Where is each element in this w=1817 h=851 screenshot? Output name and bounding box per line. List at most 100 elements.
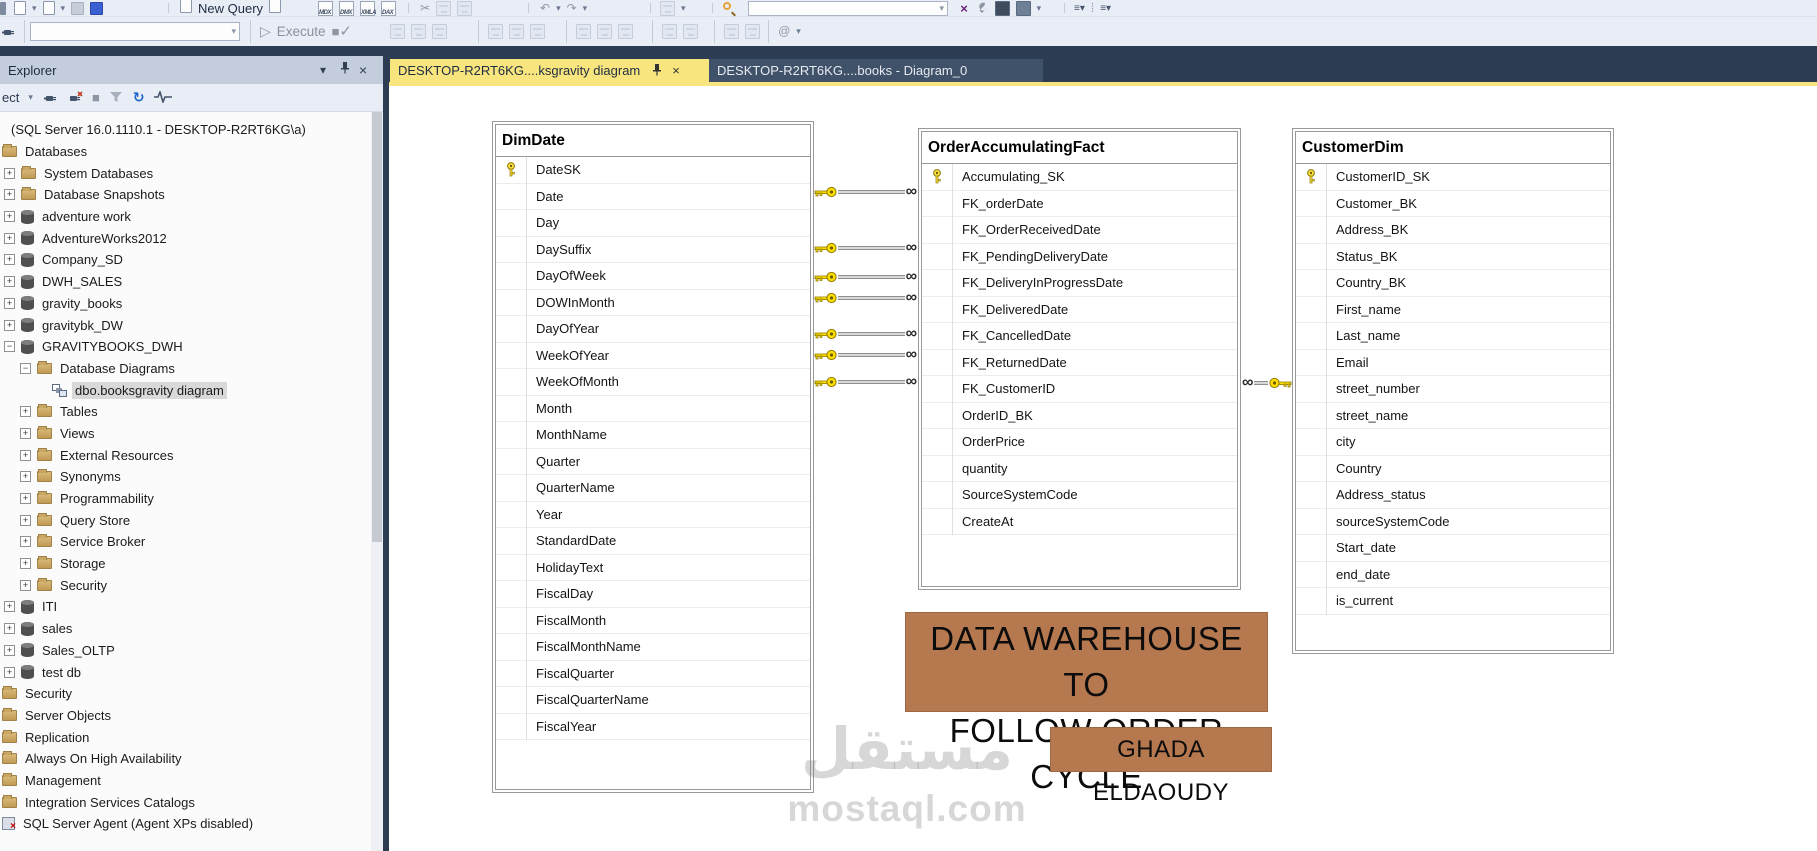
table-title[interactable]: OrderAccumulatingFact <box>922 132 1237 164</box>
expand-icon[interactable]: + <box>20 493 31 505</box>
table-field-row[interactable]: FK_PendingDeliveryDate <box>922 244 1237 270</box>
find-combobox[interactable]: ▾ <box>748 0 948 16</box>
tree-item-external-resources[interactable]: + External Resources <box>0 444 371 466</box>
table-field-row[interactable]: SourceSystemCode <box>922 482 1237 509</box>
table-field-row[interactable]: FiscalMonth <box>496 608 810 634</box>
table-field-row[interactable]: Address_BK <box>1296 217 1610 244</box>
table-field-row[interactable]: First_name <box>1296 297 1610 323</box>
tree-item-gravitybk-dw[interactable]: + gravitybk_DW <box>0 314 371 336</box>
collapse-icon[interactable]: − <box>4 341 15 353</box>
object-explorer-header[interactable]: Explorer ▾ × <box>0 56 383 84</box>
table-title[interactable]: DimDate <box>496 125 810 157</box>
tree-item-security[interactable]: Security <box>0 683 371 705</box>
table-field-row[interactable]: FiscalDay <box>496 581 810 608</box>
relationship-connector[interactable]: ∞ <box>814 326 918 342</box>
toolbar-icon[interactable] <box>576 24 591 39</box>
expand-icon[interactable]: + <box>20 514 31 526</box>
tree-item-integration-services-catalogs[interactable]: Integration Services Catalogs <box>0 791 371 813</box>
grid-icon[interactable] <box>994 0 1010 16</box>
tree-item-adventure-work[interactable]: + adventure work <box>0 206 371 228</box>
table-field-row[interactable]: FK_DeliveredDate <box>922 297 1237 323</box>
tree-item-databases[interactable]: Databases <box>0 141 371 163</box>
table-field-row[interactable]: FK_CustomerID <box>922 376 1237 403</box>
tree-item-dbo-booksgravity-diagram[interactable]: dbo.booksgravity diagram <box>0 379 371 401</box>
console-icon[interactable] <box>1015 0 1031 16</box>
table-field-row[interactable]: DateSK <box>496 157 810 184</box>
toolbar-icon[interactable] <box>683 24 698 39</box>
document-icon[interactable] <box>14 1 26 15</box>
expand-icon[interactable]: + <box>20 536 31 548</box>
tree-item-system-databases[interactable]: + System Databases <box>0 162 371 184</box>
table-field-row[interactable]: WeekOfYear <box>496 343 810 369</box>
expand-icon[interactable]: + <box>20 579 31 591</box>
table-field-row[interactable]: sourceSystemCode <box>1296 509 1610 535</box>
wrench-icon[interactable] <box>974 1 989 16</box>
expand-icon[interactable]: + <box>4 319 15 331</box>
table-field-row[interactable]: StandardDate <box>496 528 810 555</box>
tree-item-dwh-sales[interactable]: + DWH_SALES <box>0 271 371 293</box>
table-field-row[interactable]: Start_date <box>1296 535 1610 562</box>
expand-icon[interactable]: + <box>20 449 31 461</box>
tree-item-sales-oltp[interactable]: + Sales_OLTP <box>0 640 371 662</box>
tree-item-synonyms[interactable]: + Synonyms <box>0 466 371 488</box>
tree-item-management[interactable]: Management <box>0 770 371 792</box>
tree-item-server-objects[interactable]: Server Objects <box>0 705 371 727</box>
table-field-row[interactable]: CreateAt <box>922 509 1237 535</box>
tab-booksgravity-diagram[interactable]: DESKTOP-R2RT6KG....ksgravity diagram × <box>390 59 709 82</box>
expand-icon[interactable]: + <box>20 406 31 418</box>
mdx-query-icon[interactable]: MDX <box>318 0 333 16</box>
tree-item-always-on-high-availability[interactable]: Always On High Availability <box>0 748 371 770</box>
table-field-row[interactable]: Accumulating_SK <box>922 164 1237 191</box>
table-field-row[interactable]: street_number <box>1296 376 1610 403</box>
table-field-row[interactable]: DaySuffix <box>496 237 810 263</box>
table-field-row[interactable]: HolidayText <box>496 555 810 581</box>
filter-icon[interactable] <box>109 90 124 105</box>
redo-icon[interactable]: ↷ <box>567 1 577 16</box>
relationship-connector[interactable]: ∞ <box>814 374 918 390</box>
expand-icon[interactable]: + <box>20 471 31 483</box>
collapse-icon[interactable]: − <box>20 362 31 374</box>
relationship-connector[interactable]: ∞ <box>814 290 918 306</box>
table-field-row[interactable]: Country_BK <box>1296 270 1610 297</box>
table-field-row[interactable]: OrderPrice <box>922 429 1237 456</box>
table-field-row[interactable]: FK_ReturnedDate <box>922 350 1237 376</box>
connect-menu-fragment[interactable]: ect <box>2 90 19 105</box>
tree-item--sql-server-16-0-1110-1-deskto[interactable]: (SQL Server 16.0.1110.1 - DESKTOP-R2RT6K… <box>0 119 371 141</box>
table-field-row[interactable]: Customer_BK <box>1296 191 1610 217</box>
tree-item-tables[interactable]: + Tables <box>0 401 371 423</box>
toolbar-icon[interactable] <box>662 24 677 39</box>
diagram-table-dimdate[interactable]: DimDate DateSK Date Day DaySuffix DayOfWeek DO… <box>492 121 814 793</box>
document-icon[interactable] <box>269 0 282 13</box>
tree-item-database-diagrams[interactable]: − Database Diagrams <box>0 358 371 380</box>
dax-query-icon[interactable]: DAX <box>381 0 396 16</box>
expand-icon[interactable]: + <box>4 297 15 309</box>
tree-item-gravitybooks-dwh[interactable]: − GRAVITYBOOKS_DWH <box>0 336 371 358</box>
table-field-row[interactable]: CustomerID_SK <box>1296 164 1610 191</box>
table-field-row[interactable]: FiscalYear <box>496 714 810 740</box>
connect-icon[interactable] <box>2 24 17 39</box>
table-field-row[interactable]: DayOfYear <box>496 316 810 343</box>
toolbar-icon[interactable] <box>509 24 524 39</box>
table-field-row[interactable]: Status_BK <box>1296 244 1610 270</box>
tree-item-query-store[interactable]: + Query Store <box>0 509 371 531</box>
table-field-row[interactable]: Date <box>496 184 810 210</box>
table-field-row[interactable]: quantity <box>922 456 1237 482</box>
scrollbar-thumb[interactable] <box>372 112 382 542</box>
vertical-scrollbar[interactable] <box>371 112 383 851</box>
toolbar-icon[interactable] <box>390 24 405 39</box>
template-parameters-icon[interactable]: @ <box>778 24 790 39</box>
expand-icon[interactable]: + <box>4 232 15 244</box>
expand-icon[interactable]: + <box>4 623 15 635</box>
toolbar-icon[interactable] <box>724 24 739 39</box>
pin-icon[interactable] <box>652 63 662 79</box>
search-icon[interactable] <box>722 1 736 17</box>
tree-item-programmability[interactable]: + Programmability <box>0 488 371 510</box>
chevron-down-icon[interactable]: ▾ <box>583 1 588 16</box>
expand-icon[interactable]: + <box>4 666 15 678</box>
pin-icon[interactable] <box>340 61 350 78</box>
table-field-row[interactable]: DayOfWeek <box>496 263 810 290</box>
expand-icon[interactable]: + <box>4 167 15 179</box>
table-field-row[interactable]: FiscalQuarterName <box>496 687 810 714</box>
table-field-row[interactable]: is_current <box>1296 588 1610 615</box>
copy-icon[interactable] <box>436 0 452 16</box>
